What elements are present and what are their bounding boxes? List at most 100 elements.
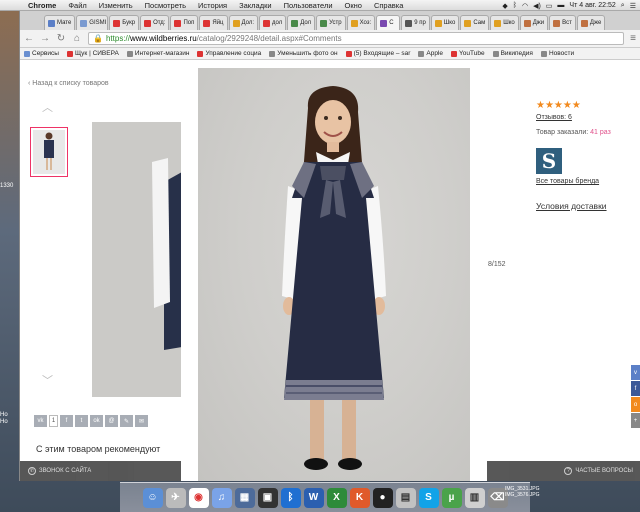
browser-tab[interactable]: Дол xyxy=(287,15,316,30)
bookmark-favicon-icon xyxy=(66,50,73,57)
wifi-icon[interactable]: ◠ xyxy=(522,2,528,10)
spotlight-icon[interactable]: ⌕ xyxy=(621,2,625,10)
thumbnails-down-arrow-icon[interactable]: ﹀ xyxy=(42,372,53,388)
bookmark-item[interactable]: Новости xyxy=(540,50,574,57)
browser-tab[interactable]: GISMI xyxy=(76,15,109,30)
browser-tab[interactable]: Сам xyxy=(460,15,490,30)
address-bar[interactable]: 🔒 https:// www.wildberries.ru /catalog/2… xyxy=(88,32,625,45)
menu-view[interactable]: Посмотреть xyxy=(139,1,192,10)
livejournal-share-icon[interactable]: ✎ xyxy=(120,415,133,427)
tab-favicon-icon xyxy=(434,19,442,27)
iphoto-icon[interactable]: ▦ xyxy=(234,487,255,508)
bookmark-item[interactable]: Интернет-магазин xyxy=(126,50,189,57)
lightbox-overlay[interactable] xyxy=(181,68,487,481)
tab-favicon-icon xyxy=(113,19,121,27)
bookmark-item[interactable]: Apple xyxy=(418,50,443,57)
notification-icon[interactable]: ☰ xyxy=(630,2,636,10)
more-side-icon[interactable]: + xyxy=(631,413,640,428)
menu-file[interactable]: Файл xyxy=(62,1,92,10)
browser-tab[interactable]: Букр xyxy=(109,15,140,30)
reload-icon[interactable]: ↻ xyxy=(56,33,66,44)
word-icon[interactable]: W xyxy=(303,487,324,508)
battery-icon[interactable]: ▭ xyxy=(546,2,553,10)
browser-tab[interactable]: Хоз: xyxy=(346,15,376,30)
menu-history[interactable]: История xyxy=(192,1,233,10)
bluetooth-app-icon[interactable]: ᛒ xyxy=(280,487,301,508)
browser-tab[interactable]: 9 пр xyxy=(401,15,430,30)
vk-side-icon[interactable]: v xyxy=(631,365,640,380)
menu-edit[interactable]: Изменить xyxy=(93,1,139,10)
facebook-side-icon[interactable]: f xyxy=(631,381,640,396)
reviews-link[interactable]: Отзывов: 6 xyxy=(536,114,636,121)
forward-arrow-icon[interactable]: → xyxy=(40,33,50,44)
chrome-menu-icon[interactable]: ≡ xyxy=(630,33,636,44)
browser-tab[interactable]: Поп xyxy=(170,15,199,30)
tab-favicon-icon xyxy=(380,19,388,27)
launchpad-icon[interactable]: ✈ xyxy=(165,487,186,508)
browser-tab[interactable]: Мате xyxy=(44,15,76,30)
back-to-list-link[interactable]: ‹ Назад к списку товаров xyxy=(28,80,109,87)
product-thumbnail[interactable] xyxy=(30,127,68,177)
mailru-share-icon[interactable]: @ xyxy=(105,415,118,427)
dock-file[interactable]: IMG_3576.JPG xyxy=(505,492,635,498)
browser-tab[interactable]: Устр xyxy=(316,15,346,30)
browser-tab[interactable]: Яйц xyxy=(199,15,228,30)
browser-tab[interactable]: Шко xyxy=(490,15,519,30)
menu-app-name[interactable]: Chrome xyxy=(22,1,62,10)
bookmark-item[interactable]: Уменьшить фото он xyxy=(269,50,338,57)
bookmark-item[interactable]: Сервисы xyxy=(24,50,59,57)
menu-bookmarks[interactable]: Закладки xyxy=(233,1,277,10)
browser-tab[interactable]: Дже xyxy=(576,15,606,30)
faq-button[interactable]: ? ЧАСТЫЕ ВОПРОСЫ xyxy=(564,467,633,475)
itunes-icon[interactable]: ♫ xyxy=(211,487,232,508)
vk-share-icon[interactable]: vk xyxy=(34,415,47,427)
skype-icon[interactable]: S xyxy=(418,487,439,508)
callback-button[interactable]: ✆ ЗВОНОК С САЙТА xyxy=(28,467,91,475)
menu-window[interactable]: Окно xyxy=(339,1,368,10)
bookmark-item[interactable]: Википедия xyxy=(492,50,533,57)
preview-icon[interactable]: ▥ xyxy=(464,487,485,508)
home-icon[interactable]: ⌂ xyxy=(72,33,82,44)
k1-app-icon[interactable]: K xyxy=(349,487,370,508)
browser-tab[interactable]: Джи xyxy=(519,15,549,30)
desktop-note-icon[interactable]: Но Но xyxy=(0,412,8,426)
browser-tab[interactable]: Отд: xyxy=(140,15,170,30)
mac-menubar: Chrome Файл Изменить Посмотреть История … xyxy=(0,0,640,11)
camera-icon[interactable]: ● xyxy=(372,487,393,508)
thumbnails-up-arrow-icon[interactable]: ︿ xyxy=(42,99,53,115)
rating-stars: ★★★★★ xyxy=(536,100,581,111)
facebook-share-icon[interactable]: f xyxy=(60,415,73,427)
photobooth-icon[interactable]: ▣ xyxy=(257,487,278,508)
odnoklassniki-side-icon[interactable]: o xyxy=(631,397,640,412)
utorrent-icon[interactable]: µ xyxy=(441,487,462,508)
bluetooth-icon[interactable]: ᛒ xyxy=(513,2,517,9)
menubar-clock[interactable]: Чт 4 авг. 22:52 xyxy=(569,2,615,9)
bookmark-item[interactable]: Щук | СИВЕРА xyxy=(66,50,119,57)
browser-tab[interactable]: Шко xyxy=(430,15,460,30)
delivery-terms-link[interactable]: Условия доставки xyxy=(536,201,636,211)
browser-tab[interactable]: дол xyxy=(259,15,287,30)
main-product-photo[interactable] xyxy=(92,122,182,397)
browser-tab[interactable]: Дол: xyxy=(228,15,259,30)
tab-favicon-icon xyxy=(48,19,55,27)
menu-help[interactable]: Справка xyxy=(368,1,409,10)
bookmark-item[interactable]: YouTube xyxy=(451,50,485,57)
chrome-icon[interactable]: ◉ xyxy=(188,487,209,508)
bookmark-item[interactable]: (5) Входящие – sar xyxy=(345,50,410,57)
browser-tab[interactable]: С xyxy=(376,15,401,30)
odnoklassniki-share-icon[interactable]: ok xyxy=(90,415,103,427)
calendar-icon[interactable]: ▤ xyxy=(395,487,416,508)
twitter-share-icon[interactable]: t xyxy=(75,415,88,427)
brand-products-link[interactable]: Все товары бренда xyxy=(536,178,636,185)
volume-icon[interactable]: ◀) xyxy=(533,2,541,10)
brand-logo[interactable]: S xyxy=(536,148,562,174)
finder-icon[interactable]: ☺ xyxy=(142,487,163,508)
dropbox-icon[interactable]: ◆ xyxy=(502,2,507,10)
email-share-icon[interactable]: ✉ xyxy=(135,415,148,427)
language-flag-icon[interactable]: ▬ xyxy=(557,2,564,9)
browser-tab[interactable]: Вст xyxy=(549,15,576,30)
menu-users[interactable]: Пользователи xyxy=(278,1,339,10)
bookmark-item[interactable]: Управление социа xyxy=(197,50,261,57)
back-arrow-icon[interactable]: ← xyxy=(24,33,34,44)
excel-icon[interactable]: X xyxy=(326,487,347,508)
